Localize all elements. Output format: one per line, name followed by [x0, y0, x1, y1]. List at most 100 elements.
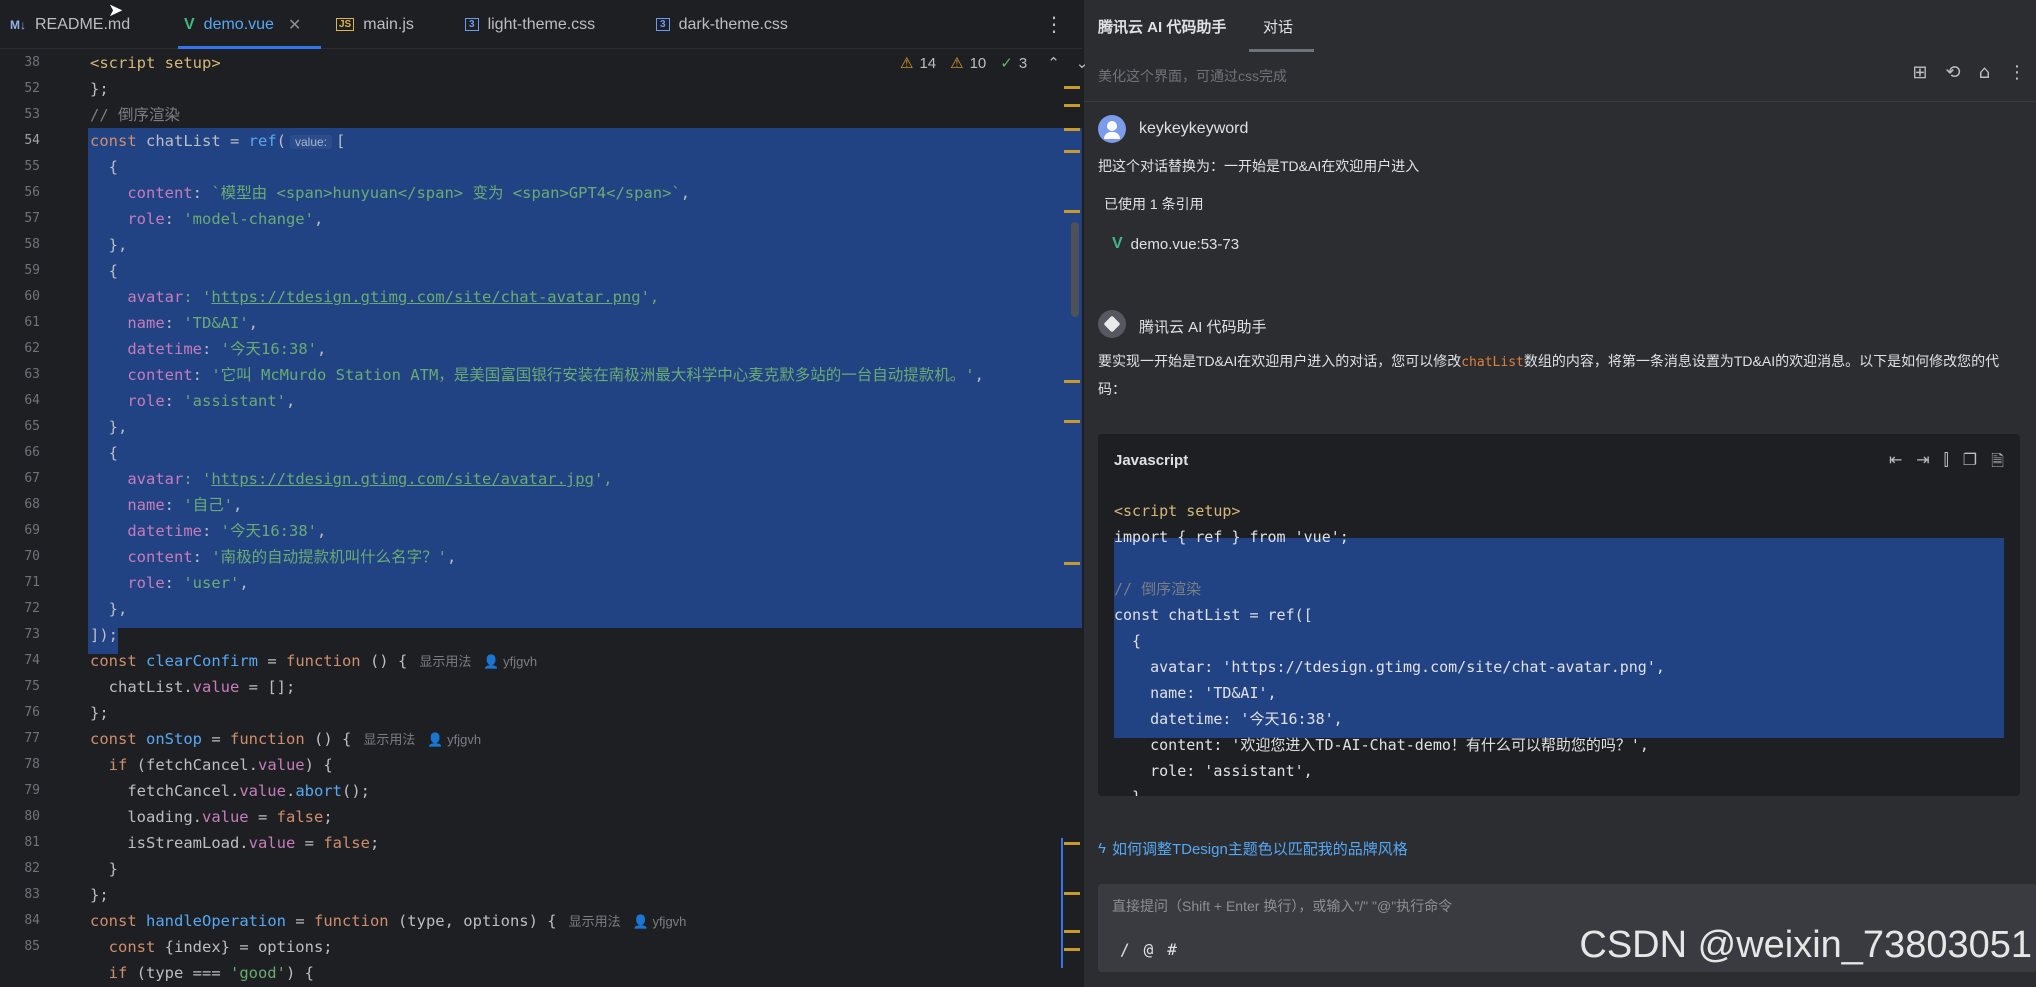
new-chat-icon[interactable]: ⊞ [1912, 62, 1927, 83]
close-icon[interactable]: ✕ [288, 15, 301, 35]
code-line: } [90, 860, 118, 878]
line-number: 70 [24, 549, 40, 564]
stripe-mark[interactable] [1064, 562, 1080, 565]
code-area[interactable]: <script setup> }; // 倒序渲染 const chatList… [80, 50, 1082, 987]
stripe-mark[interactable] [1064, 420, 1080, 423]
chevron-down-icon[interactable]: ⌄ [1076, 54, 1089, 72]
code-line: avatar: 'https://tdesign.gtimg.com/site/… [90, 288, 660, 306]
line-number: 80 [24, 809, 40, 824]
line-number: 78 [24, 757, 40, 772]
stripe-mark[interactable] [1064, 86, 1080, 89]
usages-hint[interactable]: 显示用法 [569, 914, 621, 929]
line-number: 85 [24, 939, 40, 954]
line-number-gutter: 38 52 53 54 55 56 57 58 59 60 61 62 63 64 65 66 67 68 69 70… [0, 50, 80, 987]
line-number: 68 [24, 497, 40, 512]
check-icon: ✓ [1000, 55, 1013, 72]
code-line: if (fetchCancel.value) { [90, 756, 333, 774]
line-number: 65 [24, 419, 40, 434]
code-line: }, [90, 600, 128, 618]
robot-icon[interactable]: ⌂ [1979, 62, 1990, 83]
line-number: 83 [24, 887, 40, 902]
user-name: keykeykeyword [1139, 120, 1249, 137]
line-number: 62 [24, 341, 40, 356]
line-number: 72 [24, 601, 40, 616]
code-block-line: // 倒序渲染 [1114, 580, 1202, 598]
code-block-line: <script setup> [1114, 502, 1241, 520]
code-line: }; [90, 886, 109, 904]
code-block-line: content: '欢迎您进入TD-AI-Chat-demo！有什么可以帮助您的… [1114, 736, 1649, 754]
vertical-scrollbar[interactable] [1071, 222, 1079, 317]
tab-label: demo.vue [203, 15, 274, 33]
usages-hint[interactable]: 显示用法 [419, 654, 471, 669]
tab-chat[interactable]: 对话 [1263, 16, 1293, 37]
line-number: 77 [24, 731, 40, 746]
code-block-line: avatar: 'https://tdesign.gtimg.com/site/… [1114, 658, 1665, 676]
line-number: 64 [24, 393, 40, 408]
vue-icon: V [1112, 235, 1123, 252]
stripe-mark[interactable] [1064, 892, 1080, 895]
line-number: 60 [24, 289, 40, 304]
mention-button[interactable]: @ [1144, 940, 1154, 959]
tab-main-js[interactable]: JS main.js [336, 0, 414, 49]
stripe-mark[interactable] [1064, 380, 1080, 383]
stripe-mark[interactable] [1064, 104, 1080, 107]
watermark: CSDN @weixin_73803051 [1579, 924, 2032, 966]
slash-command-button[interactable]: / [1120, 940, 1130, 959]
code-line: const chatList = ref(value:[ [90, 132, 346, 150]
insert-at-cursor-icon[interactable]: ⇤ [1889, 450, 1902, 477]
input-toolbar: / @ # [1120, 940, 1177, 959]
more-icon[interactable]: ⋮ [2008, 62, 2026, 83]
suggested-question[interactable]: ϟ 如何调整TDesign主题色以匹配我的品牌风格 [1098, 838, 1408, 859]
panel-header: 腾讯云 AI 代码助手 对话 [1084, 0, 2036, 52]
hash-button[interactable]: # [1167, 940, 1177, 959]
code-line: role: 'assistant', [90, 392, 296, 410]
warning-count: 14 [919, 54, 937, 72]
assistant-avatar [1098, 310, 1126, 338]
css-icon: 3 [465, 18, 479, 31]
stripe-mark[interactable] [1064, 150, 1080, 153]
chat-input[interactable] [1112, 898, 1812, 914]
stripe-mark[interactable] [1064, 210, 1080, 213]
tab-light-theme-css[interactable]: 3 light-theme.css [465, 0, 595, 49]
author-hint[interactable]: 👤 yfjgvh [427, 732, 481, 747]
line-number: 69 [24, 523, 40, 538]
reference-file-link[interactable]: V demo.vue:53-73 [1112, 235, 1239, 253]
code-line: content: '它叫 McMurdo Station ATM，是美国富国银行… [90, 366, 984, 384]
code-line: }, [90, 418, 128, 436]
history-icon[interactable]: ⟲ [1945, 62, 1960, 83]
user-message: 把这个对话替换为：一开始是TD&AI在欢迎用户进入 [1098, 158, 1420, 174]
error-stripe[interactable] [1060, 80, 1082, 980]
chevron-up-icon[interactable]: ⌃ [1047, 54, 1060, 72]
inspection-widget[interactable]: ⚠ 14 ⚠ 10 ✓ 3 ⌃ ⌄ [900, 54, 1089, 73]
assistant-name: 腾讯云 AI 代码助手 [1139, 319, 1267, 336]
copy-icon[interactable]: ❐ [1963, 450, 1977, 477]
diff-icon[interactable]: ⫿ [1944, 450, 1949, 477]
code-line: }; [90, 704, 109, 722]
code-editor[interactable]: M↓ README.md V demo.vue ✕ JS main.js 3 l… [0, 0, 1088, 987]
code-line: }; [90, 80, 109, 98]
replace-icon[interactable]: ⇥ [1916, 450, 1929, 477]
tab-dark-theme-css[interactable]: 3 dark-theme.css [656, 0, 788, 49]
more-tabs-icon[interactable]: ⋮ [1044, 12, 1064, 36]
code-line: avatar: 'https://tdesign.gtimg.com/site/… [90, 470, 613, 488]
stripe-mark[interactable] [1064, 930, 1080, 933]
reference-count[interactable]: 已使用 1 条引用 [1104, 194, 1204, 214]
divider [1084, 101, 2036, 102]
line-number: 81 [24, 835, 40, 850]
code-block: Javascript ⇤ ⇥ ⫿ ❐ 🗎 <script setup> impor… [1098, 434, 2020, 796]
stripe-mark[interactable] [1064, 128, 1080, 131]
tab-demo-vue[interactable]: V demo.vue ✕ [177, 0, 322, 49]
stripe-mark[interactable] [1064, 948, 1080, 951]
line-number: 57 [24, 211, 40, 226]
typo-count: 3 [1018, 54, 1028, 72]
code-block-line: role: 'assistant', [1114, 762, 1313, 780]
code-line: name: 'TD&AI', [90, 314, 258, 332]
author-hint[interactable]: 👤 yfjgvh [633, 914, 687, 929]
assistant-message: 要实现一开始是TD&AI在欢迎用户进入的对话，您可以修改chatList数组的内… [1098, 353, 2000, 397]
usages-hint[interactable]: 显示用法 [363, 732, 415, 747]
author-hint[interactable]: 👤 yfjgvh [483, 654, 537, 669]
stripe-mark[interactable] [1064, 842, 1080, 845]
css-icon: 3 [656, 18, 670, 31]
reference-file-label: demo.vue:53-73 [1130, 235, 1240, 253]
new-file-icon[interactable]: 🗎 [1991, 450, 2004, 477]
